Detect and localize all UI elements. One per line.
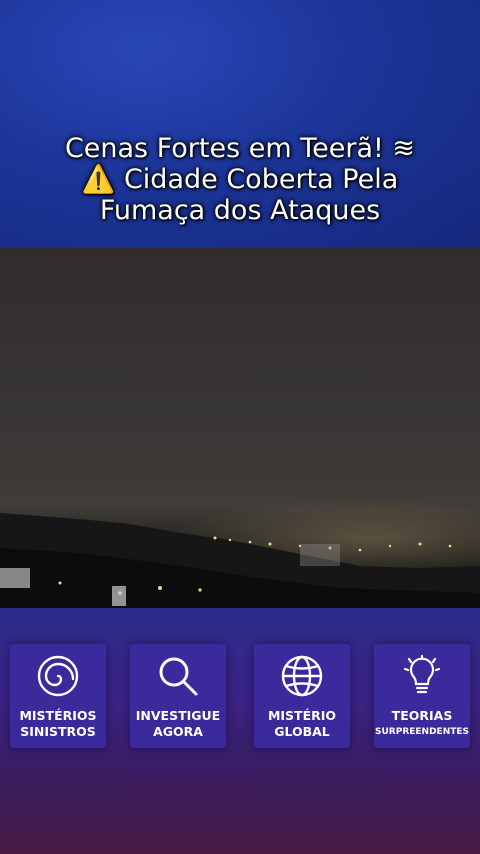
- card-label-line-1: MISTÉRIOS: [19, 708, 97, 723]
- card-label-line-1: INVESTIGUE: [135, 708, 221, 723]
- title-line-1: Cenas Fortes em Teerã! ≋: [64, 133, 416, 164]
- misterios-sinistros-button[interactable]: MISTÉRIOS SINISTROS: [10, 644, 106, 748]
- magnifier-icon: [159, 657, 198, 696]
- night-city-scene: [0, 498, 480, 608]
- lightbulb-icon: [403, 654, 441, 694]
- card-label-line-2: SINISTROS: [20, 724, 96, 739]
- investigue-agora-button[interactable]: INVESTIGUE AGORA: [130, 644, 226, 748]
- teorias-surpreendentes-button[interactable]: TEORIAS SURPREENDENTES: [374, 644, 470, 748]
- card-label: MISTÉRIO GLOBAL: [254, 708, 350, 740]
- card-label: TEORIAS SURPREENDENTES: [374, 708, 470, 740]
- misterio-global-button[interactable]: MISTÉRIO GLOBAL: [254, 644, 350, 748]
- card-label-line-2: GLOBAL: [274, 724, 330, 739]
- header-banner: Cenas Fortes em Teerã! ≋ ⚠️ Cidade Cober…: [0, 0, 480, 248]
- card-label-line-1: TEORIAS: [391, 708, 453, 723]
- card-label: INVESTIGUE AGORA: [130, 708, 226, 740]
- title-line-2: ⚠️ Cidade Coberta Pela: [81, 164, 399, 195]
- globe-icon: [281, 655, 323, 697]
- card-label: MISTÉRIOS SINISTROS: [10, 708, 106, 740]
- title-line-3: Fumaça dos Ataques: [99, 195, 381, 226]
- video-frame[interactable]: [0, 248, 480, 608]
- action-panel: MISTÉRIOS SINISTROS INVESTIGUE AGORA MIS…: [0, 608, 480, 854]
- card-label-line-2: SURPREENDENTES: [375, 727, 469, 737]
- video-title: Cenas Fortes em Teerã! ≋ ⚠️ Cidade Cober…: [0, 133, 480, 226]
- spiral-icon: [37, 655, 79, 697]
- card-label-line-2: AGORA: [153, 724, 203, 739]
- card-label-line-1: MISTÉRIO: [267, 708, 337, 723]
